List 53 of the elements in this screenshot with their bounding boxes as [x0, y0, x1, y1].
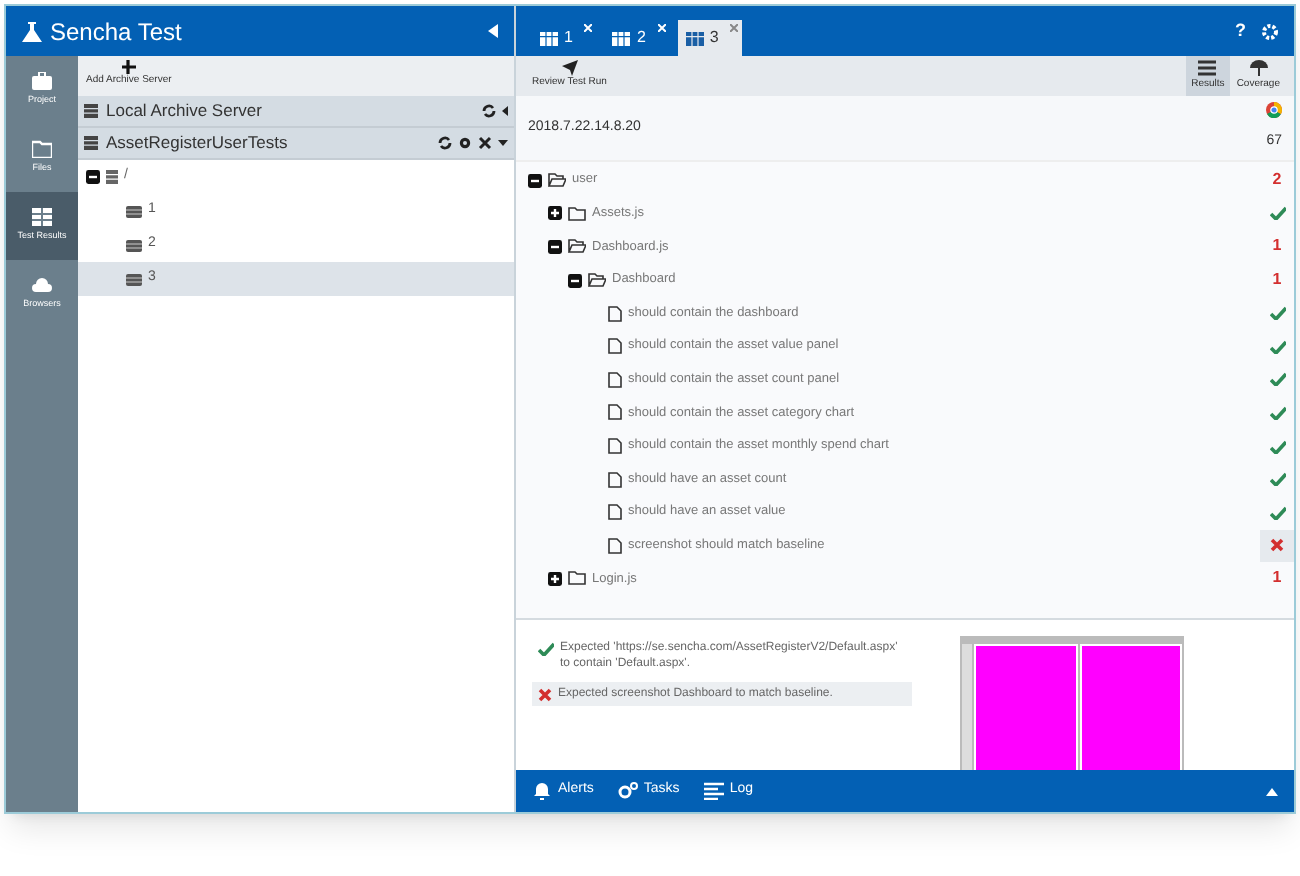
fail-count: 1: [1272, 234, 1282, 259]
expand-icon[interactable]: [1266, 787, 1278, 795]
flask-icon: [22, 21, 42, 41]
server-icon: [84, 104, 98, 118]
table-icon: [612, 31, 631, 45]
help-icon[interactable]: ?: [1235, 17, 1246, 45]
collapse-toggle-icon[interactable]: [568, 273, 582, 288]
umbrella-icon: [1249, 59, 1268, 76]
table-icon: [32, 208, 52, 227]
folder-icon: [568, 570, 586, 587]
run-icon: [126, 273, 142, 285]
fail-count: 1: [1272, 566, 1282, 591]
settings-icon[interactable]: [458, 136, 472, 150]
collapse-toggle-icon[interactable]: [528, 173, 542, 188]
app-title: Sencha Test: [50, 15, 182, 49]
fail-count: 2: [1272, 168, 1282, 193]
gears-icon: [617, 782, 638, 800]
close-icon[interactable]: [478, 136, 492, 150]
run-icon: [126, 239, 142, 251]
table-icon: [540, 31, 558, 45]
refresh-icon[interactable]: [482, 104, 496, 118]
database-icon: [106, 170, 118, 184]
folder-icon: [588, 272, 606, 289]
tab[interactable]: 3: [677, 20, 743, 56]
plus-icon: [121, 60, 136, 74]
folder-icon: [568, 238, 586, 255]
run-icon: [126, 205, 142, 217]
settings-icon[interactable]: [1262, 23, 1278, 39]
expand-toggle-icon[interactable]: [548, 571, 562, 586]
server-row[interactable]: AssetRegisterUserTests: [78, 128, 514, 160]
table-icon: [685, 31, 704, 45]
caret-icon[interactable]: [498, 140, 508, 146]
folder-icon: [568, 205, 586, 222]
collapse-icon[interactable]: [488, 24, 498, 38]
tab[interactable]: 2: [604, 20, 670, 56]
folder-icon: [548, 172, 566, 189]
browser-logo-icon: [1266, 102, 1282, 119]
lines-icon: [703, 782, 724, 800]
briefcase-icon: [32, 72, 52, 91]
collapse-toggle-icon[interactable]: [548, 239, 562, 254]
collapse-toggle-icon[interactable]: [86, 170, 100, 184]
caret-icon[interactable]: [502, 106, 508, 116]
tab[interactable]: 1: [532, 20, 597, 56]
bell-icon: [532, 782, 552, 800]
refresh-icon[interactable]: [438, 136, 452, 150]
expand-toggle-icon[interactable]: [548, 206, 562, 221]
cloud-icon: [32, 276, 52, 295]
list-icon: [1198, 59, 1217, 76]
server-row[interactable]: Local Archive Server: [78, 96, 514, 128]
paper-plane-icon: [561, 60, 578, 76]
fail-count: 1: [1272, 268, 1282, 293]
folder-icon: [32, 140, 52, 159]
server-icon: [84, 136, 98, 150]
